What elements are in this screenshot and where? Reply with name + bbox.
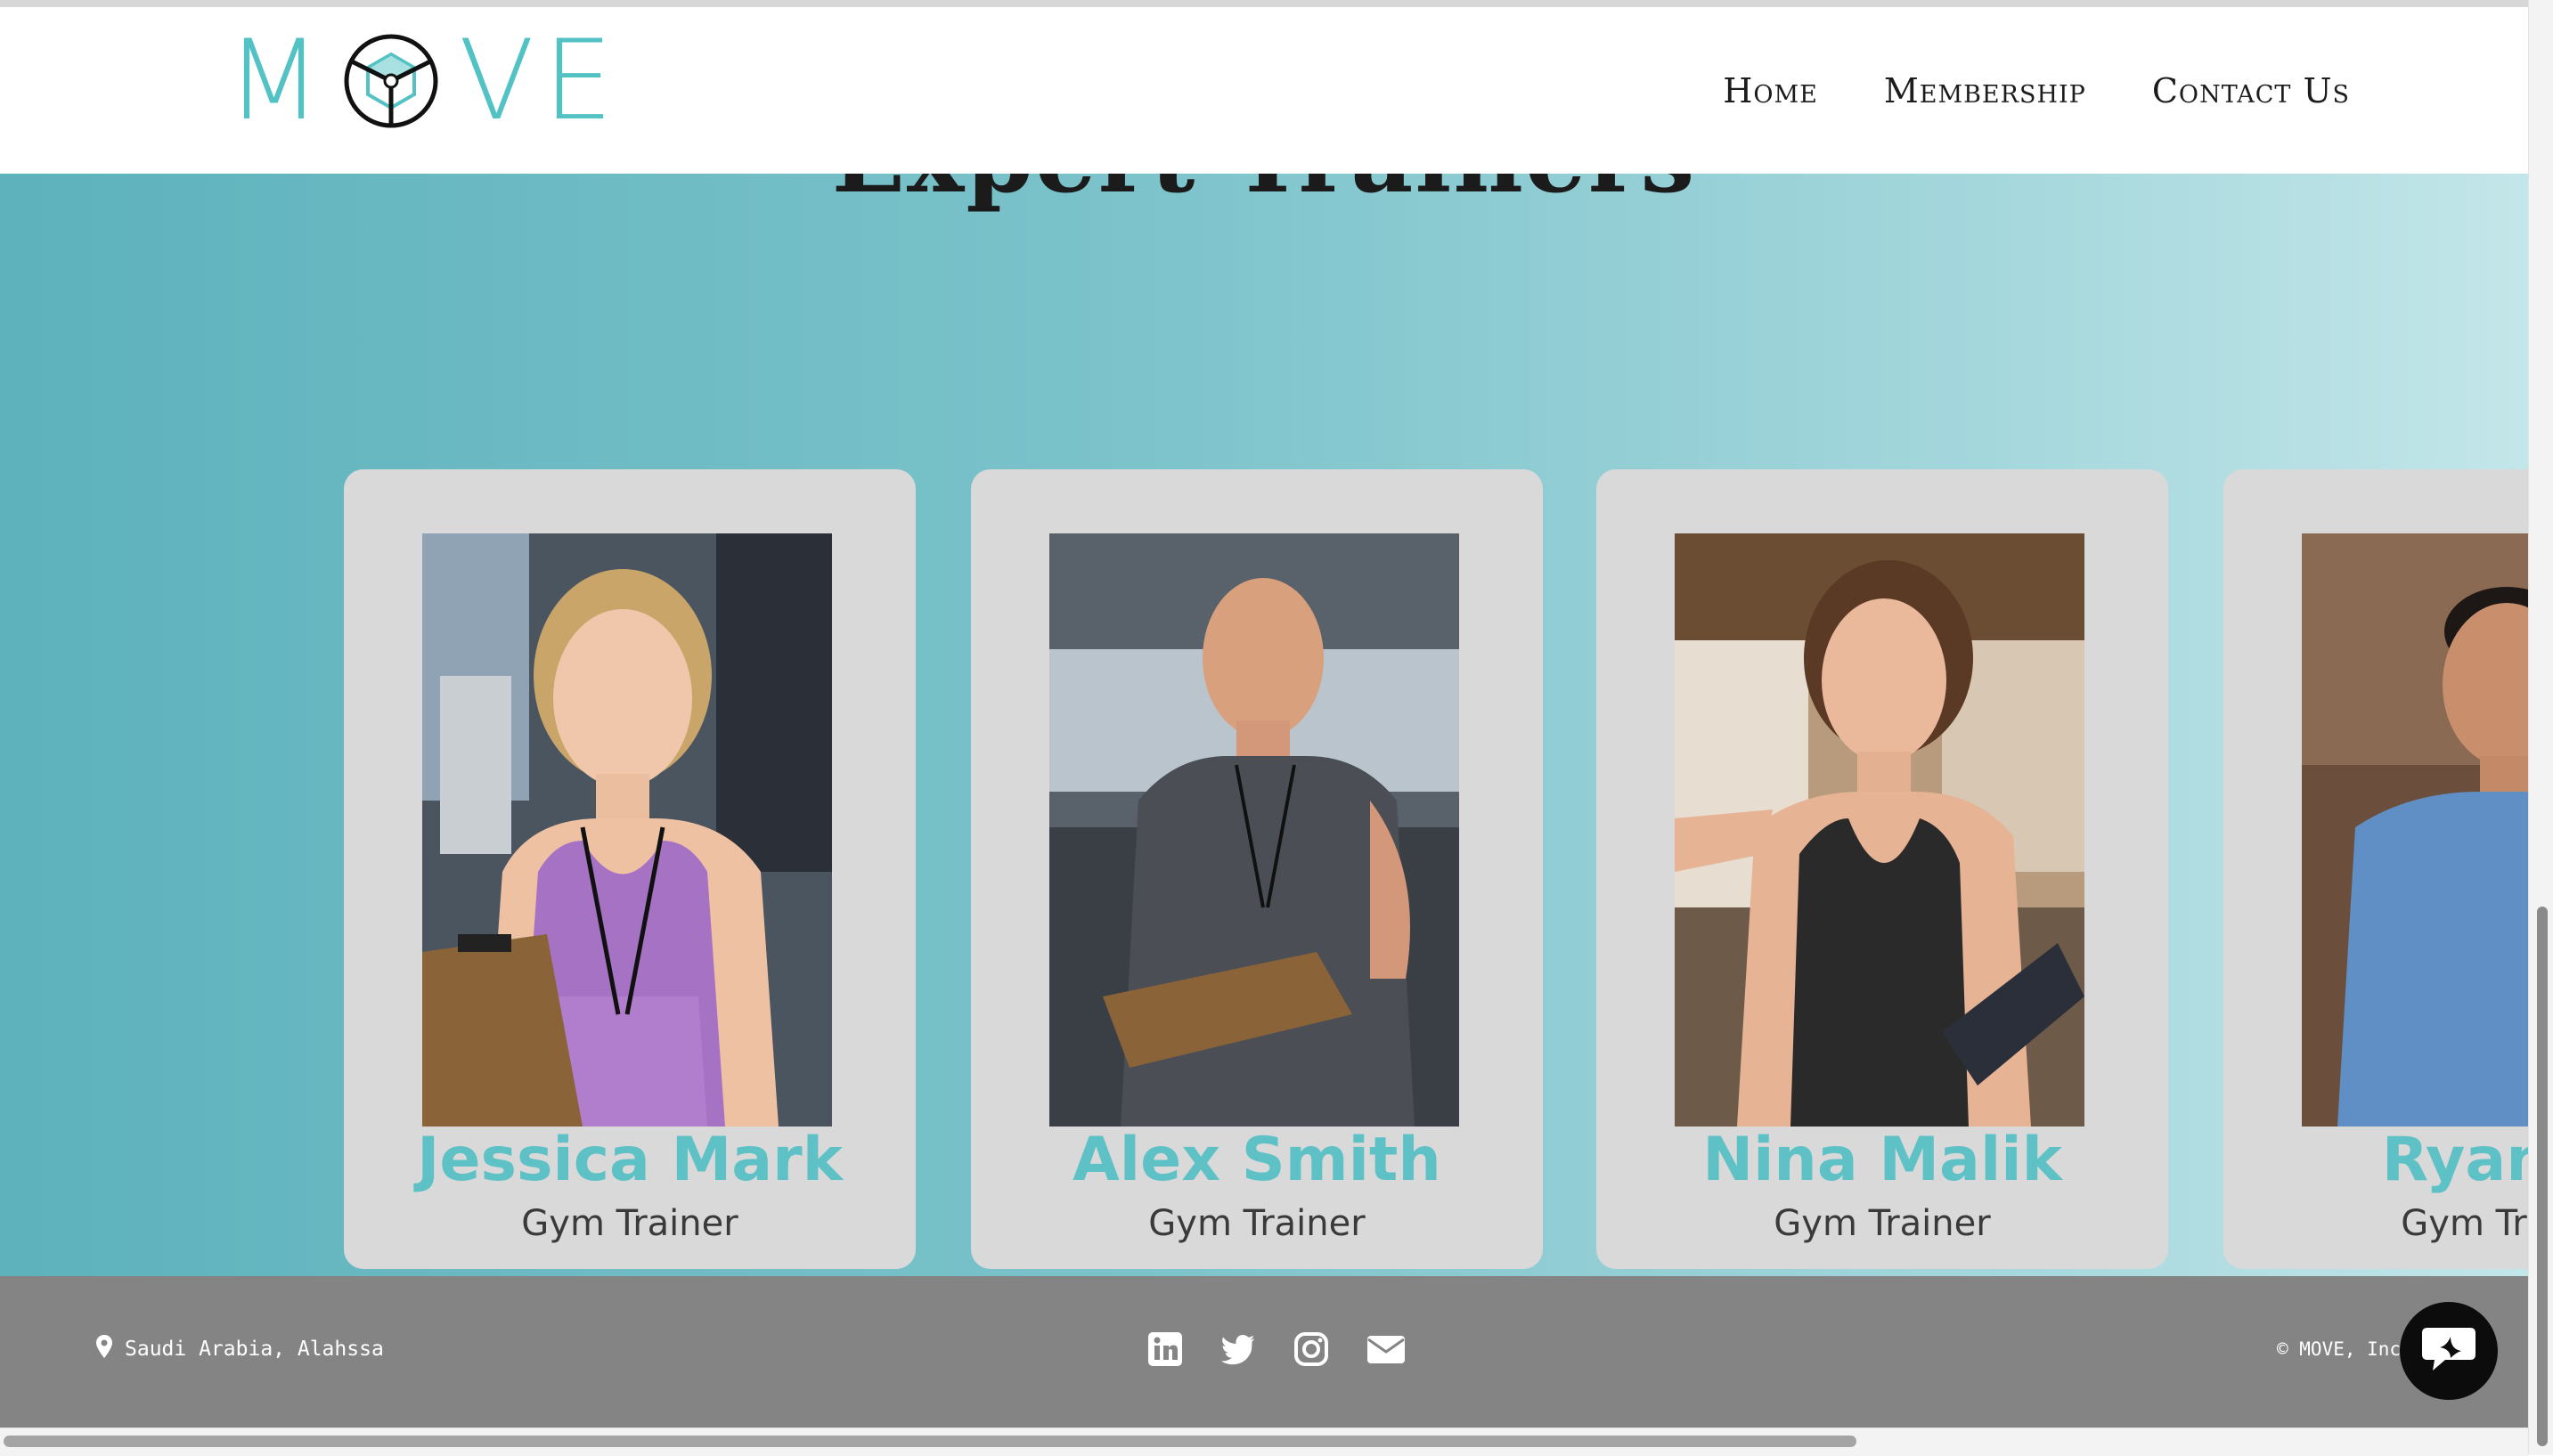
section-title: Expert Trainers <box>0 174 2528 215</box>
window-top-border <box>0 0 2528 7</box>
footer-location: Saudi Arabia, Alahssa <box>96 1335 384 1363</box>
trainer-name: Jessica Mark <box>417 1125 843 1195</box>
horizontal-scrollbar-thumb[interactable] <box>4 1436 1856 1447</box>
social-links <box>1147 1331 1405 1367</box>
linkedin-icon[interactable] <box>1147 1331 1183 1367</box>
trainer-role: Gym Trainer <box>2401 1203 2528 1244</box>
trainer-card[interactable]: Jessica Mark Gym Trainer <box>344 469 916 1269</box>
chat-bubble-icon <box>2420 1324 2477 1379</box>
logo-text-right: VE <box>459 17 623 145</box>
trainer-role: Gym Trainer <box>1774 1203 1991 1244</box>
trainer-role: Gym Trainer <box>1148 1203 1366 1244</box>
logo-mark-icon <box>343 33 439 129</box>
trainer-photo <box>2302 533 2528 1127</box>
vertical-scrollbar[interactable] <box>2528 0 2553 1455</box>
site-header: M VE Home Membership Contact Us <box>0 7 2528 174</box>
horizontal-scrollbar[interactable] <box>0 1428 2528 1456</box>
trainer-card[interactable]: Nina Malik Gym Trainer <box>1596 469 2168 1269</box>
nav-home[interactable]: Home <box>1723 71 1818 110</box>
trainer-photo <box>422 533 832 1127</box>
instagram-icon[interactable] <box>1293 1331 1329 1367</box>
trainer-name: Nina Malik <box>1702 1125 2062 1195</box>
map-pin-icon <box>96 1335 112 1363</box>
logo[interactable]: M VE <box>226 26 622 136</box>
nav-contact-us[interactable]: Contact Us <box>2152 71 2350 110</box>
twitter-icon[interactable] <box>1220 1331 1256 1367</box>
chat-button[interactable] <box>2400 1302 2498 1400</box>
envelope-icon[interactable] <box>1366 1331 1405 1367</box>
trainer-photo <box>1049 533 1459 1127</box>
main-nav: Home Membership Contact Us <box>1723 71 2350 110</box>
trainers-section: Expert Trainers <box>0 174 2528 1276</box>
trainer-card[interactable]: Alex Smith Gym Trainer <box>971 469 1543 1269</box>
trainer-card[interactable]: Ryan W Gym Trainer <box>2223 469 2528 1269</box>
footer-copyright: © MOVE, Inc <box>2277 1338 2402 1360</box>
vertical-scrollbar-thumb[interactable] <box>2537 907 2548 1446</box>
trainer-role: Gym Trainer <box>521 1203 738 1244</box>
logo-text-left: M <box>226 17 330 145</box>
location-text: Saudi Arabia, Alahssa <box>125 1338 384 1361</box>
nav-membership[interactable]: Membership <box>1884 71 2086 110</box>
site-footer: Saudi Arabia, Alahssa © MOVE, Inc <box>0 1276 2528 1428</box>
trainer-name: Ryan W <box>2381 1125 2528 1195</box>
page-viewport: Expert Trainers <box>0 0 2528 1434</box>
trainer-photo <box>1675 533 2084 1127</box>
trainer-name: Alex Smith <box>1073 1125 1441 1195</box>
